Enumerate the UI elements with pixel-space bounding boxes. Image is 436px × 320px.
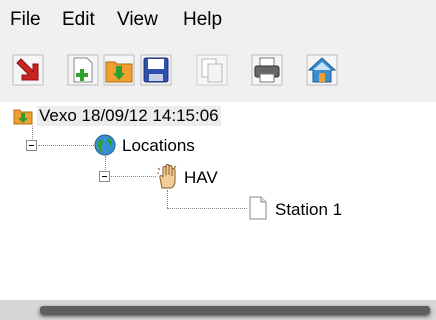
new-button[interactable] xyxy=(67,54,99,86)
tree-root-label[interactable]: Vexo 18/09/12 14:15:06 xyxy=(37,106,221,126)
globe-icon xyxy=(94,134,116,156)
menu-bar: File Edit View Help xyxy=(0,0,436,40)
tree-locations-label[interactable]: Locations xyxy=(122,136,195,156)
menu-edit[interactable]: Edit xyxy=(62,9,95,31)
import-folder-button[interactable] xyxy=(103,54,135,86)
print-button[interactable] xyxy=(251,54,283,86)
import-red-arrow-button[interactable] xyxy=(12,54,44,86)
bottom-edge xyxy=(0,300,436,320)
tree-hav-label[interactable]: HAV xyxy=(184,168,218,188)
printer-icon xyxy=(251,54,283,86)
document-icon xyxy=(249,196,267,220)
home-button[interactable] xyxy=(306,54,338,86)
tree-connector xyxy=(167,208,247,209)
menu-help[interactable]: Help xyxy=(183,9,222,31)
folder-import-icon xyxy=(103,54,135,86)
menu-file[interactable]: File xyxy=(10,9,41,31)
hav-collapse-toggle[interactable] xyxy=(99,171,110,182)
menu-view[interactable]: View xyxy=(117,9,158,31)
save-button[interactable] xyxy=(140,54,172,86)
toolbar xyxy=(0,40,436,102)
locations-collapse-toggle[interactable] xyxy=(26,140,37,151)
new-document-icon xyxy=(67,54,99,86)
database-import-icon xyxy=(13,109,33,125)
hand-vibration-icon xyxy=(157,164,177,189)
copy-icon xyxy=(196,54,228,86)
tree-view[interactable]: Vexo 18/09/12 14:15:06 Locations HAV Sta… xyxy=(0,102,436,300)
home-icon xyxy=(306,54,338,86)
horizontal-scrollbar[interactable] xyxy=(40,306,430,314)
tree-connector xyxy=(167,190,168,208)
tree-station-label[interactable]: Station 1 xyxy=(275,200,342,220)
tree-connector xyxy=(111,176,156,177)
save-disk-icon xyxy=(140,54,172,86)
copy-button[interactable] xyxy=(196,54,228,86)
red-arrow-icon xyxy=(12,54,44,86)
tree-connector xyxy=(38,145,94,146)
